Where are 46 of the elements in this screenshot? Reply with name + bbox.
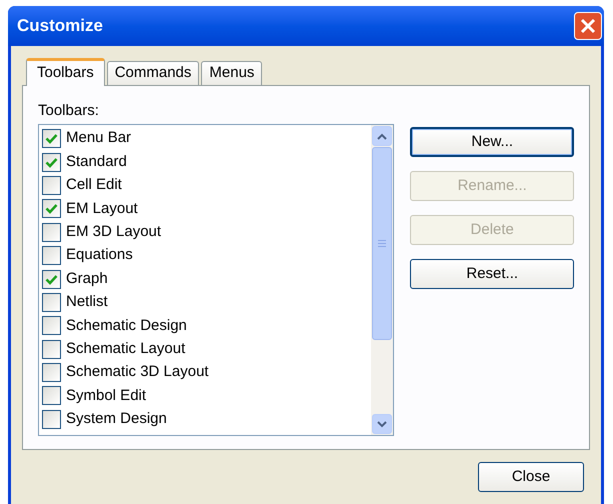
- checkbox[interactable]: [42, 340, 61, 359]
- toolbar-name: Graph: [66, 268, 108, 289]
- toolbar-name: Netlist: [66, 292, 108, 312]
- checkbox[interactable]: [42, 410, 61, 429]
- checkbox[interactable]: [42, 246, 61, 266]
- checkbox[interactable]: [42, 270, 61, 289]
- toolbar-name: Schematic Layout: [66, 338, 186, 359]
- checkbox[interactable]: [42, 129, 61, 148]
- toolbars-list[interactable]: Menu Bar Standard Cell Edit EM Layout EM 3D Layout Equations Graph Netlist Schematic Design Schematic Layout Schematic 3D Layout Symbol Edit System Design: [38, 124, 394, 436]
- toolbar-name: Cell Edit: [66, 175, 122, 196]
- toolbar-name: Schematic 3D Layout: [66, 362, 209, 382]
- checkmark-icon: [45, 156, 58, 168]
- toolbar-name: Equations: [66, 245, 133, 266]
- checkbox[interactable]: [42, 363, 61, 382]
- scroll-down-button[interactable]: [372, 414, 392, 434]
- window-title: Customize: [17, 15, 103, 38]
- toolbar-name: Menu Bar: [66, 128, 132, 148]
- dialog-button[interactable]: New...: [410, 127, 574, 157]
- checkbox[interactable]: [42, 292, 61, 312]
- checkbox[interactable]: [42, 199, 61, 218]
- toolbar-name: EM 3D Layout: [66, 222, 162, 242]
- close-icon: [580, 18, 596, 34]
- toolbar-name: Schematic Design: [66, 316, 187, 336]
- tab[interactable]: Menus: [201, 61, 262, 85]
- checkbox[interactable]: [42, 152, 61, 172]
- close-button[interactable]: [574, 12, 602, 40]
- checkbox[interactable]: [42, 316, 61, 336]
- toolbar-name: EM Layout: [66, 198, 138, 219]
- checkbox[interactable]: [42, 386, 61, 406]
- tab[interactable]: Toolbars: [26, 58, 105, 86]
- checkbox[interactable]: [42, 176, 61, 195]
- toolbar-name: Standard: [66, 152, 127, 172]
- scroll-up-button[interactable]: [372, 126, 392, 146]
- checkmark-icon: [45, 133, 58, 144]
- dialog-button[interactable]: Reset...: [410, 259, 574, 289]
- checkmark-icon: [45, 274, 58, 285]
- close-dialog-button[interactable]: Close: [478, 462, 584, 492]
- scroll-thumb[interactable]: [372, 147, 392, 340]
- scrollbar[interactable]: [371, 125, 394, 435]
- toolbar-name: System Design: [66, 409, 167, 430]
- grip-icon: [378, 240, 386, 247]
- checkbox[interactable]: [42, 222, 61, 242]
- toolbars-label: Toolbars:: [38, 101, 100, 121]
- checkmark-icon: [45, 203, 58, 214]
- toolbar-name: Symbol Edit: [66, 386, 146, 406]
- tab[interactable]: Commands: [106, 61, 200, 85]
